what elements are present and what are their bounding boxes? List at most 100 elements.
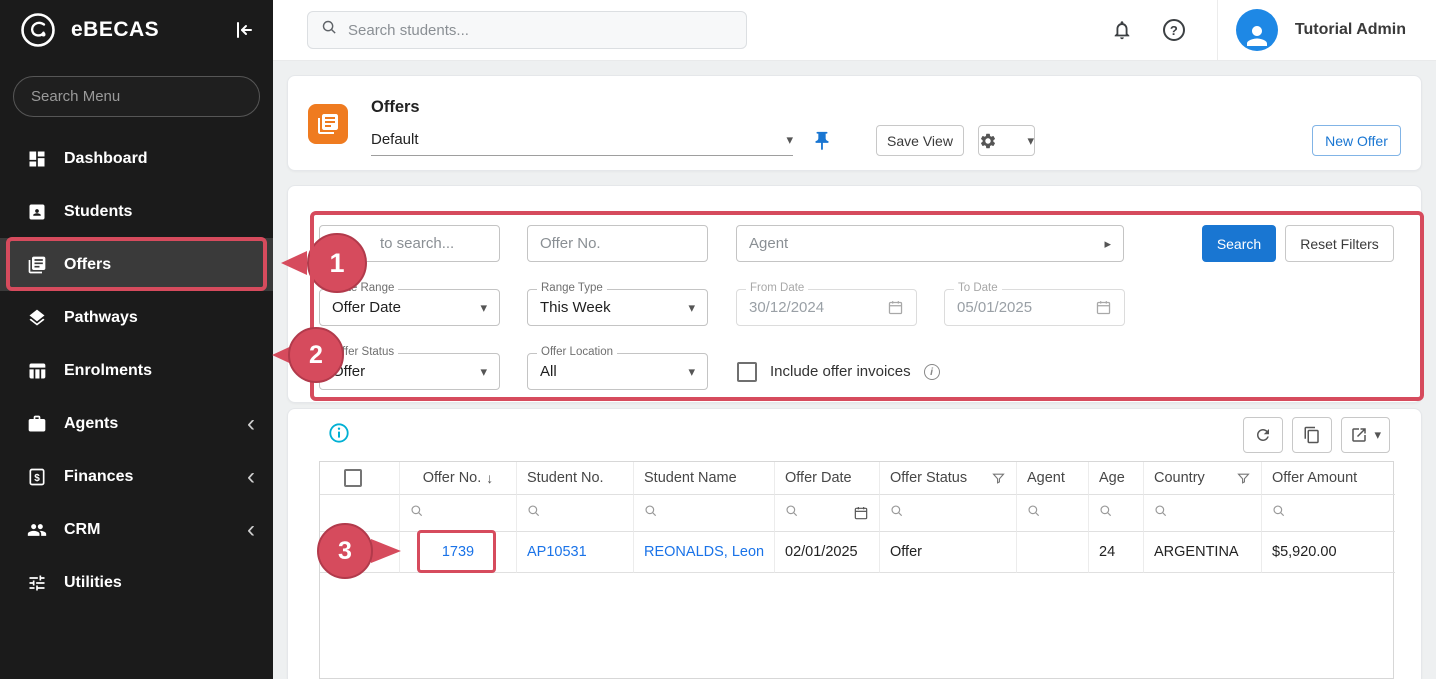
page-title: Offers xyxy=(371,98,420,117)
view-settings-button[interactable]: ▾ xyxy=(978,125,1035,156)
sidebar-item-label: Offers xyxy=(64,256,111,274)
column-header-country[interactable]: Country xyxy=(1144,462,1262,495)
student-search-input[interactable] xyxy=(348,22,733,39)
collapse-sidebar-icon[interactable] xyxy=(231,17,257,43)
sidebar-item-utilities[interactable]: Utilities xyxy=(0,556,273,609)
info-icon[interactable]: i xyxy=(924,364,940,380)
keyword-search-input[interactable] xyxy=(319,225,500,262)
refresh-icon xyxy=(1254,426,1272,444)
sidebar-item-pathways[interactable]: Pathways xyxy=(0,291,273,344)
search-cell-offer-status[interactable] xyxy=(880,495,1017,532)
brand-logo-icon xyxy=(18,10,58,50)
copy-button[interactable] xyxy=(1292,417,1332,453)
user-avatar[interactable] xyxy=(1236,9,1278,51)
enrolments-icon xyxy=(27,361,47,381)
chevron-left-icon[interactable]: ‹ xyxy=(247,414,255,434)
column-header-offer-date[interactable]: Offer Date xyxy=(775,462,880,495)
grid-header-row: Offer No. ↓ Student No. Student Name Off… xyxy=(320,462,1393,495)
calendar-icon xyxy=(1095,299,1112,316)
search-icon xyxy=(527,504,541,522)
view-select[interactable]: Default ▾ xyxy=(371,124,793,156)
column-header-offer-amount[interactable]: Offer Amount xyxy=(1262,462,1395,495)
grid-info-icon[interactable] xyxy=(328,422,350,444)
view-header-card: Offers Default ▾ Save View ▾ New Offer xyxy=(287,75,1422,171)
offer-location-select[interactable]: Offer Location All ▾ xyxy=(527,353,708,390)
calendar-icon[interactable] xyxy=(853,505,869,521)
main-content: Offers Default ▾ Save View ▾ New Offer A… xyxy=(273,61,1436,679)
select-all-checkbox[interactable] xyxy=(344,469,362,487)
reset-filters-button[interactable]: Reset Filters xyxy=(1285,225,1394,262)
gear-icon xyxy=(979,132,997,150)
date-range-select[interactable]: Date Range Offer Date ▾ xyxy=(319,289,500,326)
offer-no-input[interactable] xyxy=(527,225,708,262)
caret-down-icon: ▾ xyxy=(688,364,695,380)
include-invoices-checkbox[interactable] xyxy=(737,362,757,382)
student-no-link[interactable]: AP10531 xyxy=(527,544,587,560)
filter-funnel-icon[interactable] xyxy=(991,471,1006,486)
students-icon xyxy=(27,202,47,222)
export-button[interactable]: ▾ xyxy=(1341,417,1390,453)
column-header-student-name[interactable]: Student Name xyxy=(634,462,775,495)
topbar: ? Tutorial Admin xyxy=(273,0,1436,61)
sidebar-item-enrolments[interactable]: Enrolments xyxy=(0,344,273,397)
include-invoices-label: Include offer invoices xyxy=(770,363,911,380)
search-icon xyxy=(1272,504,1286,522)
sidebar-item-dashboard[interactable]: Dashboard xyxy=(0,132,273,185)
search-cell-agent[interactable] xyxy=(1017,495,1089,532)
sidebar-item-finances[interactable]: $ Finances ‹ xyxy=(0,450,273,503)
field-label: From Date xyxy=(746,282,808,294)
search-button[interactable]: Search xyxy=(1202,225,1276,262)
from-date-field[interactable]: From Date 30/12/2024 xyxy=(736,289,917,326)
caret-down-icon: ▾ xyxy=(480,300,487,316)
sidebar-item-offers[interactable]: Offers xyxy=(0,238,273,291)
sidebar-item-students[interactable]: Students xyxy=(0,185,273,238)
cell-offer-amount: $5,920.00 xyxy=(1262,532,1395,573)
range-type-select[interactable]: Range Type This Week ▾ xyxy=(527,289,708,326)
pathways-icon xyxy=(27,308,47,328)
export-icon xyxy=(1350,426,1368,444)
menu-search-input[interactable] xyxy=(13,76,260,117)
column-header-student-no[interactable]: Student No. xyxy=(517,462,634,495)
search-icon xyxy=(785,504,799,522)
offer-status-select[interactable]: Offer Status Offer ▾ xyxy=(319,353,500,390)
topbar-divider xyxy=(1217,0,1218,60)
utilities-icon xyxy=(27,573,47,593)
filter-funnel-icon[interactable] xyxy=(1236,471,1251,486)
agent-combobox[interactable]: Agent ▸ xyxy=(736,225,1124,262)
sidebar-item-agents[interactable]: Agents ‹ xyxy=(0,397,273,450)
notifications-bell-icon[interactable] xyxy=(1107,15,1137,45)
offer-no-link[interactable]: 1739 xyxy=(442,544,474,560)
pin-view-icon[interactable] xyxy=(811,130,833,152)
field-label: To Date xyxy=(954,282,1002,294)
search-cell-age[interactable] xyxy=(1089,495,1144,532)
topbar-right: ? Tutorial Admin xyxy=(1107,0,1406,60)
refresh-button[interactable] xyxy=(1243,417,1283,453)
sidebar-item-label: Utilities xyxy=(64,574,122,592)
header-checkbox-cell xyxy=(320,462,400,495)
to-date-field[interactable]: To Date 05/01/2025 xyxy=(944,289,1125,326)
search-cell-offer-date[interactable] xyxy=(775,495,880,532)
cell-offer-date: 02/01/2025 xyxy=(775,532,880,573)
column-header-age[interactable]: Age xyxy=(1089,462,1144,495)
student-search[interactable] xyxy=(307,11,747,49)
chevron-left-icon[interactable]: ‹ xyxy=(247,467,255,487)
student-name-link[interactable]: REONALDS, Leon xyxy=(644,544,764,560)
svg-text:$: $ xyxy=(34,472,40,483)
column-header-offer-status[interactable]: Offer Status xyxy=(880,462,1017,495)
finances-icon: $ xyxy=(27,467,47,487)
search-cell-offer-amount[interactable] xyxy=(1262,495,1395,532)
new-offer-button[interactable]: New Offer xyxy=(1312,125,1401,156)
save-view-button[interactable]: Save View xyxy=(876,125,964,156)
search-cell-offer-no[interactable] xyxy=(400,495,517,532)
sidebar-item-crm[interactable]: CRM ‹ xyxy=(0,503,273,556)
help-icon[interactable]: ? xyxy=(1159,15,1189,45)
search-icon xyxy=(410,504,424,522)
row-checkbox-cell xyxy=(320,532,400,573)
search-cell-student-no[interactable] xyxy=(517,495,634,532)
dashboard-icon xyxy=(27,149,47,169)
column-header-offer-no[interactable]: Offer No. ↓ xyxy=(400,462,517,495)
chevron-left-icon[interactable]: ‹ xyxy=(247,520,255,540)
search-cell-country[interactable] xyxy=(1144,495,1262,532)
search-cell-student-name[interactable] xyxy=(634,495,775,532)
column-header-agent[interactable]: Agent xyxy=(1017,462,1089,495)
